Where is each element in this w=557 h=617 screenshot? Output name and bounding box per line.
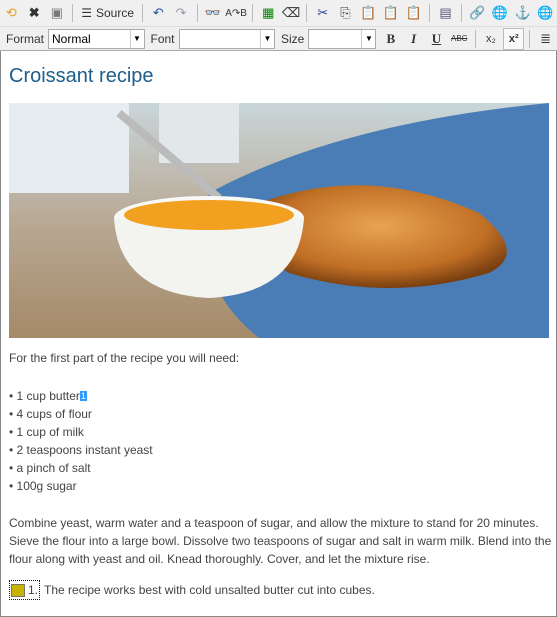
undo-icon[interactable]: ↶ [148,2,169,24]
croissant-image [9,103,549,338]
footnote: 1. The recipe works best with cold unsal… [9,580,375,600]
size-value [309,30,361,48]
paste-text-icon[interactable]: 📋 [381,2,402,24]
source-icon: ☰ [81,6,92,20]
format-label: Format [6,31,45,46]
page-title: Croissant recipe [9,65,154,87]
paste-word-icon[interactable]: 📋 [403,2,424,24]
font-dropdown[interactable]: ▼ [178,28,275,49]
ingredient-list: • 1 cup butter1 • 4 cups of flour • 1 cu… [9,387,153,495]
strikethrough-button[interactable]: ABC [449,28,470,50]
copy-icon[interactable]: ⎘ [335,2,356,24]
save-icon[interactable]: ▣ [47,2,68,24]
find-icon[interactable]: 👓 [202,2,223,24]
image-icon[interactable]: 🌐 [535,2,556,24]
editor-content[interactable]: Croissant recipe For the first part of t… [0,51,557,617]
unlink-icon[interactable]: 🌐 [490,2,511,24]
chevron-down-icon: ▼ [361,29,375,48]
replace-icon[interactable]: A↷B [225,2,247,24]
font-value [180,30,260,48]
bold-button[interactable]: B [380,28,401,50]
list-item: • 1 cup butter1 [9,387,153,405]
list-item: • a pinch of salt [9,461,91,475]
font-label: Font [150,31,175,46]
source-button[interactable]: ☰ Source [78,2,137,24]
footnote-number: 1. [28,583,39,597]
cut-icon[interactable]: ✂ [312,2,333,24]
source-label: Source [96,6,135,20]
paste-icon[interactable]: 📋 [358,2,379,24]
size-label: Size [281,31,305,46]
list-item: • 2 teaspoons instant yeast [9,443,153,457]
link-icon[interactable]: 🔗 [467,2,488,24]
list-item: • 4 cups of flour [9,407,92,421]
format-value: Normal [52,31,91,46]
list-item: • 1 cup of milk [9,425,84,439]
new-page-icon[interactable]: ⟲ [1,2,22,24]
table-icon[interactable]: ▤ [435,2,456,24]
select-all-icon[interactable]: ▦ [258,2,279,24]
footnote-text: The recipe works best with cold unsalted… [44,583,375,597]
footnote-anchor[interactable]: 1. [9,580,41,600]
justify-icon[interactable]: ≣ [535,28,556,50]
redo-icon[interactable]: ↷ [171,2,192,24]
cancel-icon[interactable]: ✖ [24,2,45,24]
anchor-icon[interactable]: ⚓ [512,2,533,24]
instructions-paragraph: Combine yeast, warm water and a teaspoon… [9,516,552,566]
chevron-down-icon: ▼ [129,29,144,48]
ingredient-text: • 1 cup butter [9,389,80,403]
superscript-button[interactable]: x² [503,27,525,50]
underline-button[interactable]: U [426,28,447,50]
anchor-icon [11,583,25,597]
format-dropdown[interactable]: Normal ▼ [48,28,145,49]
chevron-down-icon: ▼ [260,29,274,48]
subscript-button[interactable]: x₂ [481,28,502,50]
list-item: • 100g sugar [9,479,77,493]
italic-button[interactable]: I [403,28,424,50]
intro-text: For the first part of the recipe you wil… [9,351,240,365]
remove-format-icon[interactable]: ⌫ [281,2,302,24]
size-dropdown[interactable]: ▼ [308,28,377,49]
footnote-marker[interactable]: 1 [79,391,87,401]
toolbar-row-1: ⟲ ✖ ▣ ☰ Source ↶ ↷ 👓 A↷B ▦ ⌫ ✂ ⎘ 📋 📋 📋 ▤ … [0,0,557,27]
toolbar-row-2: Format Normal ▼ Font ▼ Size ▼ B I U ABC x… [0,27,557,51]
